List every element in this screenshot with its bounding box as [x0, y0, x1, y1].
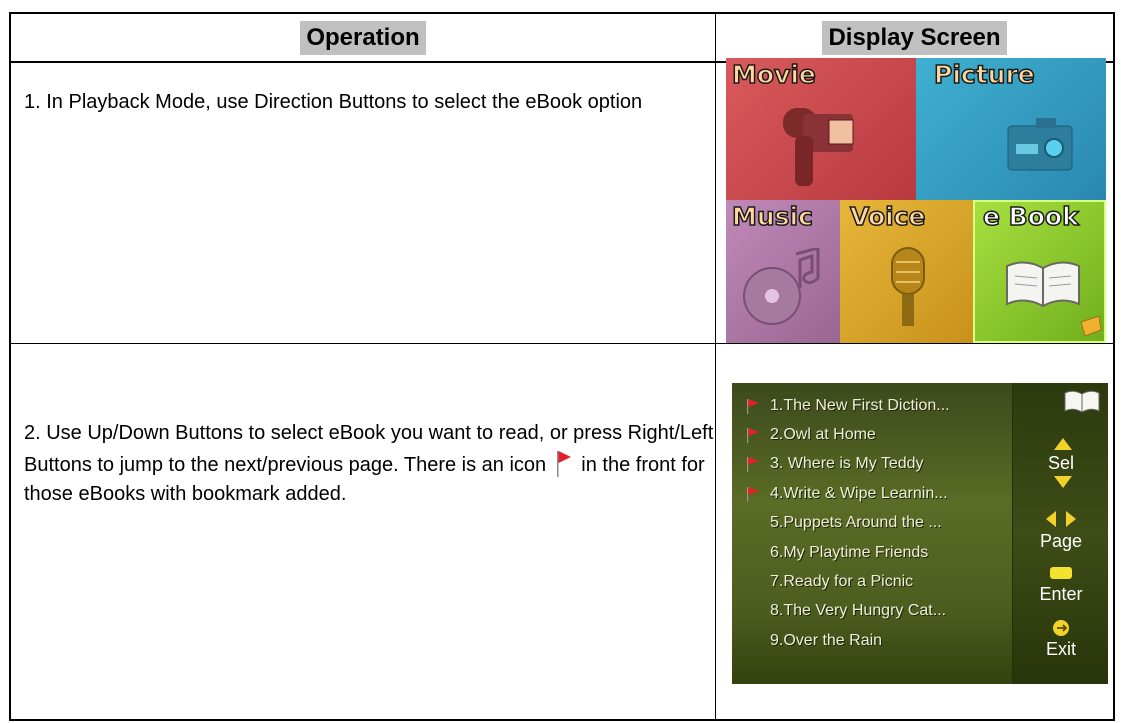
- camera-icon: [1007, 118, 1073, 171]
- header-operation: Operation: [11, 14, 715, 61]
- bookmark-flag-icon: [747, 398, 759, 414]
- table-border-right: [1113, 12, 1115, 721]
- right-arrow-icon: [1066, 511, 1076, 527]
- menu-tile-ebook[interactable]: e Book: [973, 200, 1106, 343]
- bookmark-flag-icon: [747, 457, 759, 473]
- ebook-title: 9.Over the Rain: [770, 631, 883, 649]
- ebook-list-screen: 1.The New First Diction... 2.Owl at Home 3…: [732, 383, 1108, 684]
- ebook-title: 4.Write & Wipe Learnin...: [770, 484, 948, 502]
- music-disc-icon: [743, 248, 820, 325]
- enter-label: Enter: [1039, 584, 1083, 604]
- menu-tile-voice[interactable]: Voice: [840, 200, 973, 343]
- up-arrow-icon: [1054, 438, 1072, 450]
- camcorder-icon: [783, 108, 854, 186]
- menu-tile-music[interactable]: Music: [726, 200, 840, 343]
- menu-tile-music-label: Music: [731, 201, 813, 232]
- ebook-list-item[interactable]: 2.Owl at Home: [732, 420, 1010, 449]
- table-divider-column: [715, 12, 716, 721]
- row1-operation-text-body: 1. In Playback Mode, use Direction Butto…: [24, 91, 643, 113]
- table-border-left: [9, 12, 11, 721]
- table-border-bottom: [9, 719, 1115, 721]
- folder-arrow-icon: [1080, 316, 1102, 337]
- ebook-title: 2.Owl at Home: [770, 426, 876, 444]
- bookmark-flag-icon: [747, 428, 759, 444]
- ebook-list-item[interactable]: 1.The New First Diction...: [732, 391, 1010, 420]
- ebook-title: 7.Ready for a Picnic: [770, 573, 914, 591]
- ebook-list-item[interactable]: 9.Over the Rain: [732, 626, 1010, 655]
- header-display-screen: Display Screen: [716, 14, 1113, 61]
- exit-icon: [1053, 620, 1069, 636]
- book-icon: [1064, 390, 1100, 413]
- bookmark-flag-icon: [556, 451, 571, 477]
- menu-tile-voice-label: Voice: [849, 201, 926, 232]
- ebook-list-item[interactable]: 4.Write & Wipe Learnin...: [732, 479, 1010, 508]
- down-arrow-icon: [1054, 476, 1072, 488]
- menu-tile-movie-label: Movie: [731, 59, 816, 90]
- table-divider-row: [9, 343, 1115, 344]
- ebook-title: 6.My Playtime Friends: [770, 543, 929, 561]
- page-label: Page: [1039, 531, 1083, 551]
- header-display-screen-label: Display Screen: [822, 20, 1007, 55]
- playback-menu-screen: Movie Picture Music Voice e Book: [726, 58, 1106, 343]
- menu-tile-movie[interactable]: Movie: [726, 58, 916, 200]
- ebook-list-item[interactable]: 8.The Very Hungry Cat...: [732, 597, 1010, 626]
- ebook-title: 5.Puppets Around the ...: [770, 514, 942, 532]
- header-operation-label: Operation: [300, 20, 426, 55]
- ebook-list-item[interactable]: 7.Ready for a Picnic: [732, 567, 1010, 596]
- ebook-sidebar: Sel Page Enter Exit: [1012, 383, 1108, 684]
- left-arrow-icon: [1046, 511, 1056, 527]
- ebook-title: 8.The Very Hungry Cat...: [770, 602, 947, 620]
- ebook-title: 3. Where is My Teddy: [770, 455, 924, 473]
- ebook-list-item[interactable]: 5.Puppets Around the ...: [732, 509, 1010, 538]
- ebook-list-item[interactable]: 6.My Playtime Friends: [732, 538, 1010, 567]
- enter-button-icon: [1050, 567, 1072, 579]
- bookmark-flag-icon: [747, 486, 759, 502]
- menu-tile-ebook-label: e Book: [982, 201, 1079, 232]
- row1-operation-text: 1. In Playback Mode, use Direction Butto…: [24, 89, 704, 115]
- ebook-title: 1.The New First Diction...: [770, 396, 950, 414]
- menu-tile-picture[interactable]: Picture: [916, 58, 1106, 200]
- exit-label: Exit: [1045, 639, 1076, 659]
- sel-label: Sel: [1047, 453, 1074, 473]
- row2-operation-text: 2. Use Up/Down Buttons to select eBook y…: [24, 417, 714, 507]
- microphone-icon: [891, 247, 925, 326]
- ebook-list-item[interactable]: 3. Where is My Teddy: [732, 450, 1010, 479]
- menu-tile-picture-label: Picture: [933, 59, 1035, 90]
- book-icon: [1006, 261, 1080, 308]
- ebook-list: 1.The New First Diction... 2.Owl at Home 3…: [732, 391, 1010, 656]
